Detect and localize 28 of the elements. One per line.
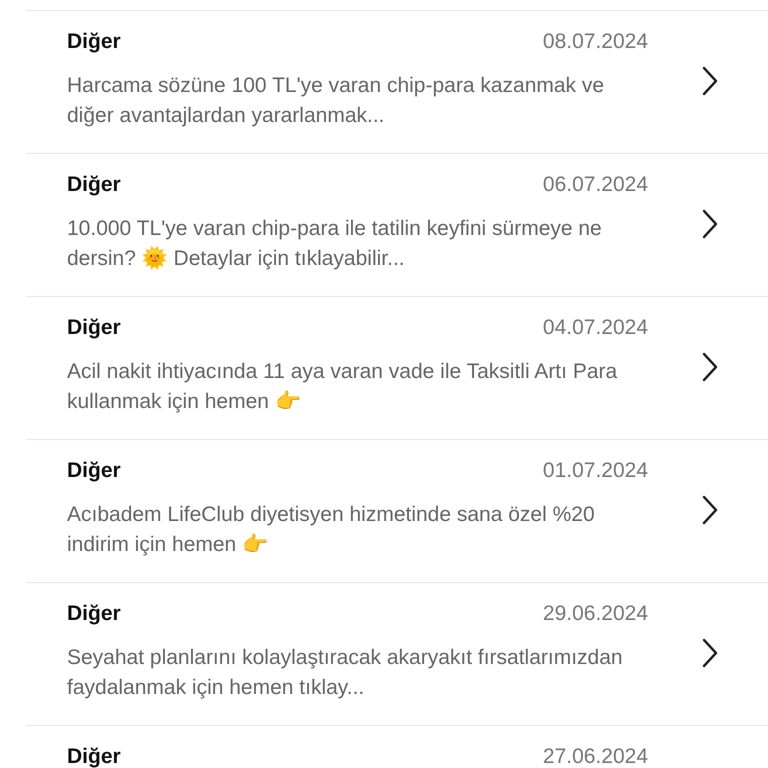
- message-preview: Seyahat planlarını kolaylaştıracak akaryakıt fırsatlarımızdan faydalanmak için hemen tıklay...: [67, 645, 624, 701]
- message-date: 29.06.2024: [542, 603, 648, 625]
- message-item[interactable]: Diğer 27.06.2024: [26, 725, 768, 768]
- chevron-right-icon: [702, 352, 718, 382]
- message-date: 08.07.2024: [542, 31, 648, 53]
- message-item[interactable]: Diğer 01.07.2024 Acıbadem LifeClub diyetisyen hizmetinde sana özel %20 indirim için hemen 👉: [26, 439, 768, 582]
- message-preview: Harcama sözüne 100 TL'ye varan chip-para kazanmak ve diğer avantajlardan yararlanmak...: [67, 73, 606, 129]
- message-item[interactable]: Diğer 06.07.2024 10.000 TL'ye varan chip-para ile tatilin keyfini sürmeye ne dersin? 🌞 Detaylar için tıklayabilir...: [26, 153, 768, 296]
- message-category: Diğer: [67, 746, 121, 768]
- message-category: Diğer: [67, 31, 121, 53]
- message-preview: Acil nakit ihtiyacında 11 aya varan vade ile Taksitli Artı Para kullanmak için hemen 👉: [67, 359, 618, 415]
- message-date: 06.07.2024: [542, 174, 648, 196]
- message-date: 04.07.2024: [542, 317, 648, 339]
- chevron-right-icon: [702, 494, 718, 524]
- message-item[interactable]: Diğer 04.07.2024 Acil nakit ihtiyacında 11 aya varan vade ile Taksitli Artı Para kullanmak için hemen 👉: [26, 296, 768, 439]
- message-category: Diğer: [67, 174, 121, 196]
- chevron-right-icon: [702, 638, 718, 668]
- message-category: Diğer: [67, 317, 121, 339]
- message-category: Diğer: [67, 460, 121, 482]
- message-item[interactable]: Diğer 29.06.2024 Seyahat planlarını kolaylaştıracak akaryakıt fırsatlarımızdan faydalanmak için hemen tıklay...: [26, 582, 768, 725]
- chevron-right-icon: [702, 66, 718, 96]
- message-date: 01.07.2024: [542, 460, 648, 482]
- message-preview: 10.000 TL'ye varan chip-para ile tatilin keyfini sürmeye ne dersin? 🌞 Detaylar için tıklayabilir...: [67, 216, 603, 272]
- message-item[interactable]: Diğer 08.07.2024 Harcama sözüne 100 TL'ye varan chip-para kazanmak ve diğer avantajlardan yararlanmak...: [26, 10, 768, 153]
- message-preview: Acıbadem LifeClub diyetisyen hizmetinde sana özel %20 indirim için hemen 👉: [67, 502, 596, 558]
- message-category: Diğer: [67, 603, 121, 625]
- message-date: 27.06.2024: [542, 746, 648, 768]
- chevron-right-icon: [702, 208, 718, 238]
